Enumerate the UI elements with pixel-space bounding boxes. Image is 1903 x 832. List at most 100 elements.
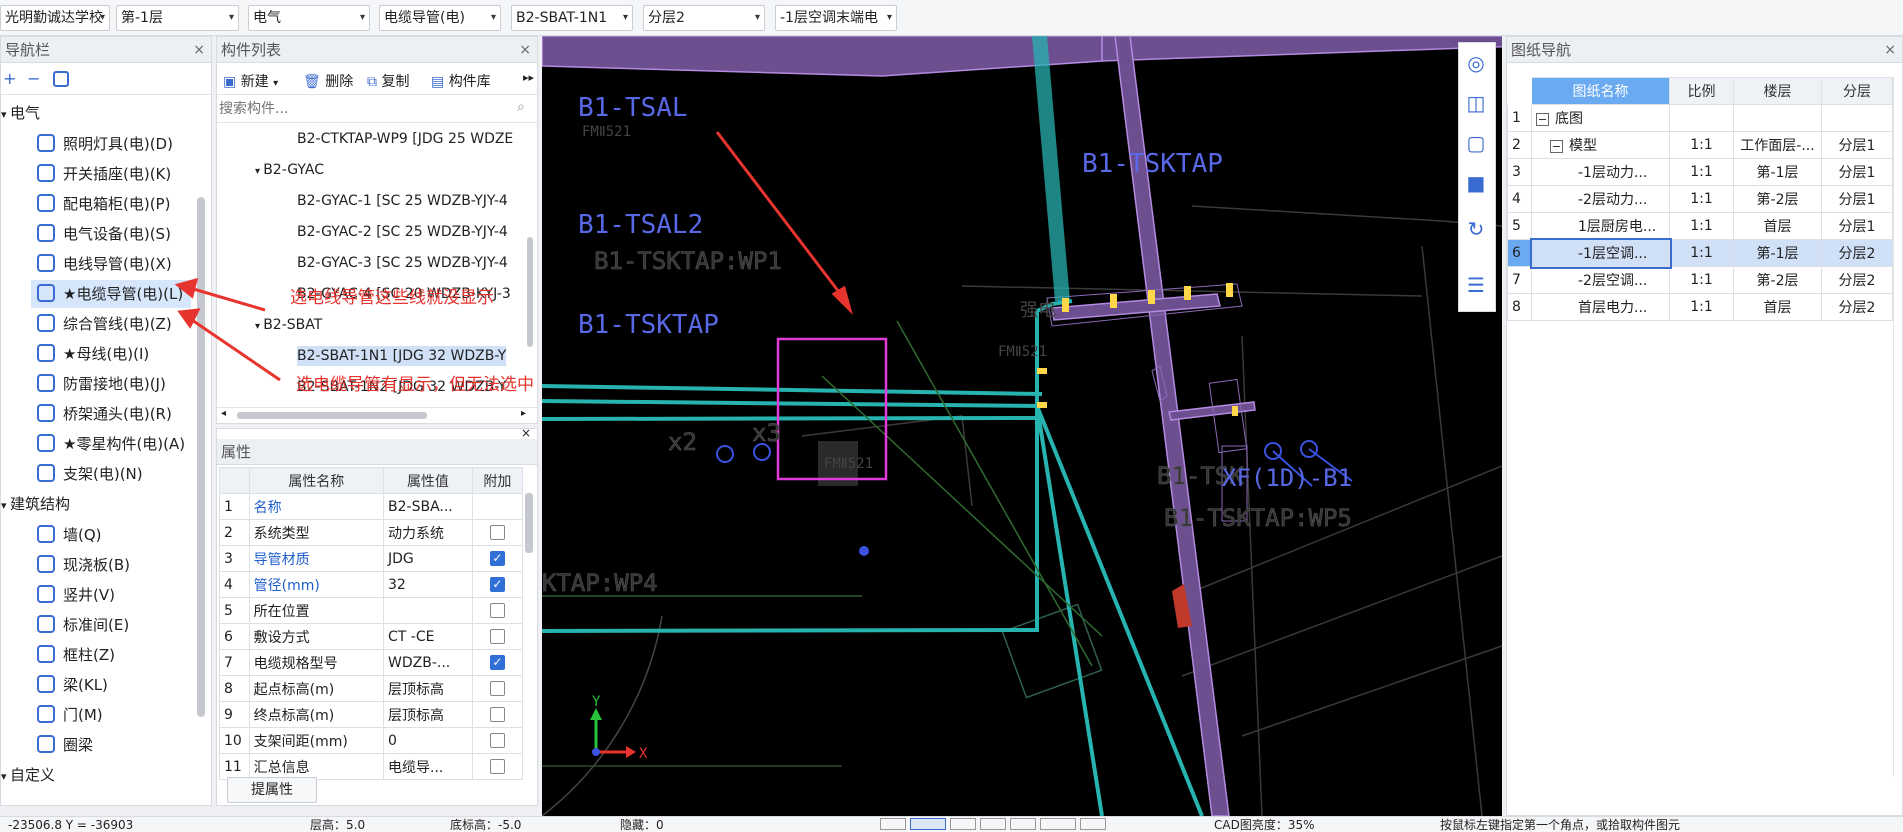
property-row[interactable]: 8 起点标高(m) 层顶标高 xyxy=(219,675,524,702)
search-icon[interactable]: ⌕ xyxy=(517,99,525,115)
component-row[interactable]: B2-CTKTAP-WP9 [JDG 25 WDZE xyxy=(217,125,517,153)
rotate-icon[interactable]: ↻ xyxy=(1459,213,1493,245)
expand-all-icon[interactable]: + xyxy=(3,69,16,88)
nav-item[interactable]: 墙(Q) xyxy=(37,521,102,549)
nav-item[interactable]: 电线导管(电)(X) xyxy=(37,250,172,278)
property-value[interactable]: CT -CE xyxy=(383,623,473,650)
property-value[interactable]: 层顶标高 xyxy=(383,701,473,728)
drawing-row[interactable]: 6 -1层空调... 1:1 第-1层 分层2 xyxy=(1507,237,1893,269)
drawing-row[interactable]: 1− 底图 xyxy=(1507,104,1893,132)
property-row[interactable]: 2 系统类型 动力系统 xyxy=(219,519,524,546)
nav-item[interactable]: 门(M) xyxy=(37,701,103,729)
checkbox[interactable]: ✓ xyxy=(489,655,505,670)
property-value[interactable] xyxy=(383,597,473,624)
snap-ortho-icon[interactable] xyxy=(880,818,906,830)
close-icon[interactable]: × xyxy=(217,427,537,439)
component-vscrollbar[interactable] xyxy=(527,237,533,347)
property-row[interactable]: 6 敷设方式 CT -CE xyxy=(219,623,524,650)
checkbox[interactable]: ✓ xyxy=(489,551,505,566)
snap-cross-icon[interactable] xyxy=(980,818,1006,830)
property-row[interactable]: 4 管径(mm) 32 ✓ xyxy=(219,571,524,598)
collapse-icon[interactable]: − xyxy=(1550,140,1563,153)
property-value[interactable]: B2-SBA... xyxy=(383,493,473,520)
edit-icon[interactable] xyxy=(53,71,69,87)
nav-item[interactable]: 照明灯具(电)(D) xyxy=(37,130,173,158)
copy-button[interactable]: ⧉ 复制 xyxy=(367,71,409,91)
drawing-row[interactable]: 7 -2层空调... 1:1 第-2层 分层2 xyxy=(1507,266,1893,294)
nav-item[interactable]: 梁(KL) xyxy=(37,671,108,699)
property-value[interactable]: 电缆导... xyxy=(383,753,473,780)
project-select[interactable]: 光明勤诚达学校 ▾ xyxy=(0,5,110,31)
property-value[interactable]: 动力系统 xyxy=(383,519,473,546)
chevron-down-icon[interactable]: ▾ xyxy=(1,108,10,121)
view-3d-icon[interactable]: ◫ xyxy=(1459,87,1493,119)
snap-box-icon[interactable] xyxy=(950,818,976,830)
checkbox[interactable]: ✓ xyxy=(489,577,505,592)
property-value[interactable]: JDG xyxy=(383,545,473,572)
drawing-row[interactable]: 2− 模型 1:1 工作面层-... 分层1 xyxy=(1507,131,1893,159)
nav-item[interactable]: 框柱(Z) xyxy=(37,641,115,669)
checkbox[interactable] xyxy=(489,525,505,540)
view-cube-icon[interactable]: ■ xyxy=(1459,167,1493,199)
drawing-row[interactable]: 8 首层电力... 1:1 首层 分层2 xyxy=(1507,293,1893,321)
nav-group[interactable]: ▾ 建筑结构 xyxy=(1,490,70,518)
component-row[interactable]: ▾ B2-GYAC xyxy=(217,156,517,184)
drawing-row[interactable]: 4 -2层动力... 1:1 第-2层 分层1 xyxy=(1507,185,1893,213)
chevron-down-icon[interactable]: ▾ xyxy=(1,499,10,512)
library-button[interactable]: ▤ 构件库 xyxy=(431,71,491,91)
property-value[interactable]: 0 xyxy=(383,727,473,754)
property-row[interactable]: 5 所在位置 xyxy=(219,597,524,624)
property-row[interactable]: 11 汇总信息 电缆导... xyxy=(219,753,524,780)
extract-properties-button[interactable]: 提属性 xyxy=(227,777,317,803)
property-row[interactable]: 10 支架间距(mm) 0 xyxy=(219,727,524,754)
drawing-select[interactable]: -1层空调末端电 ▾ xyxy=(775,5,897,31)
snap-save-icon[interactable] xyxy=(1080,818,1106,830)
nav-item[interactable]: ★零星构件(电)(A) xyxy=(37,430,185,458)
component-select[interactable]: B2-SBAT-1N1 ▾ xyxy=(511,5,633,31)
checkbox[interactable] xyxy=(489,759,505,774)
checkbox[interactable] xyxy=(489,707,505,722)
snap-plus-icon[interactable] xyxy=(1040,818,1076,830)
component-row[interactable]: B2-GYAC-1 [SC 25 WDZB-YJY-4 xyxy=(217,187,517,215)
property-row[interactable]: 9 终点标高(m) 层顶标高 xyxy=(219,701,524,728)
more-icon[interactable]: ▸▸ xyxy=(523,71,534,84)
nav-item[interactable]: 电气设备(电)(S) xyxy=(37,220,171,248)
properties-scrollbar[interactable] xyxy=(525,493,533,553)
chevron-down-icon[interactable]: ▾ xyxy=(1,770,10,783)
nav-item[interactable]: 圈梁 xyxy=(37,731,93,759)
nav-item[interactable]: 标准间(E) xyxy=(37,611,129,639)
property-value[interactable]: WDZB-... xyxy=(383,649,473,676)
cad-canvas[interactable]: B1-TSAL B1-TSAL2 B1-TSKTAP B1-TSKTAP B1-… xyxy=(542,36,1502,816)
nav-group[interactable]: ▾ 电气 xyxy=(1,99,40,127)
discipline-select[interactable]: 电气 ▾ xyxy=(248,5,370,31)
drawing-row[interactable]: 5 1层厨房电... 1:1 首层 分层1 xyxy=(1507,212,1893,240)
snap-rect-icon[interactable] xyxy=(910,818,946,830)
nav-item[interactable]: 桥架通头(电)(R) xyxy=(37,400,172,428)
property-row[interactable]: 3 导管材质 JDG ✓ xyxy=(219,545,524,572)
nav-item[interactable]: 防雷接地(电)(J) xyxy=(37,370,166,398)
snap-angle-icon[interactable] xyxy=(1010,818,1036,830)
delete-button[interactable]: 🗑 删除 xyxy=(303,71,353,91)
scroll-right-icon[interactable]: ▸ xyxy=(521,408,526,419)
layer-list-icon[interactable]: ☰ xyxy=(1459,269,1493,301)
nav-item[interactable]: 配电箱柜(电)(P) xyxy=(37,190,170,218)
close-icon[interactable]: × xyxy=(193,37,205,63)
property-row[interactable]: 7 电缆规格型号 WDZB-... ✓ xyxy=(219,649,524,676)
view-box-icon[interactable]: ▢ xyxy=(1459,127,1493,159)
nav-item[interactable]: 竖井(V) xyxy=(37,581,115,609)
nav-group[interactable]: ▾ 自定义 xyxy=(1,761,55,789)
drawing-row[interactable]: 3 -1层动力... 1:1 第-1层 分层1 xyxy=(1507,158,1893,186)
hscroll-thumb[interactable] xyxy=(237,412,427,419)
nav-item[interactable]: 支架(电)(N) xyxy=(37,460,143,488)
checkbox[interactable] xyxy=(489,681,505,696)
property-row[interactable]: 1 名称 B2-SBA... xyxy=(219,493,524,520)
nav-item[interactable]: 综合管线(电)(Z) xyxy=(37,310,172,338)
collapse-icon[interactable]: − xyxy=(1536,113,1549,126)
checkbox[interactable] xyxy=(489,733,505,748)
close-icon[interactable]: × xyxy=(1884,37,1896,63)
close-icon[interactable]: × xyxy=(519,37,531,63)
new-button[interactable]: ▣ 新建 ▾ xyxy=(223,71,278,91)
component-row[interactable]: B2-GYAC-2 [SC 25 WDZB-YJY-4 xyxy=(217,218,517,246)
search-input[interactable] xyxy=(219,97,509,121)
floor-select[interactable]: 第-1层 ▾ xyxy=(116,5,239,31)
